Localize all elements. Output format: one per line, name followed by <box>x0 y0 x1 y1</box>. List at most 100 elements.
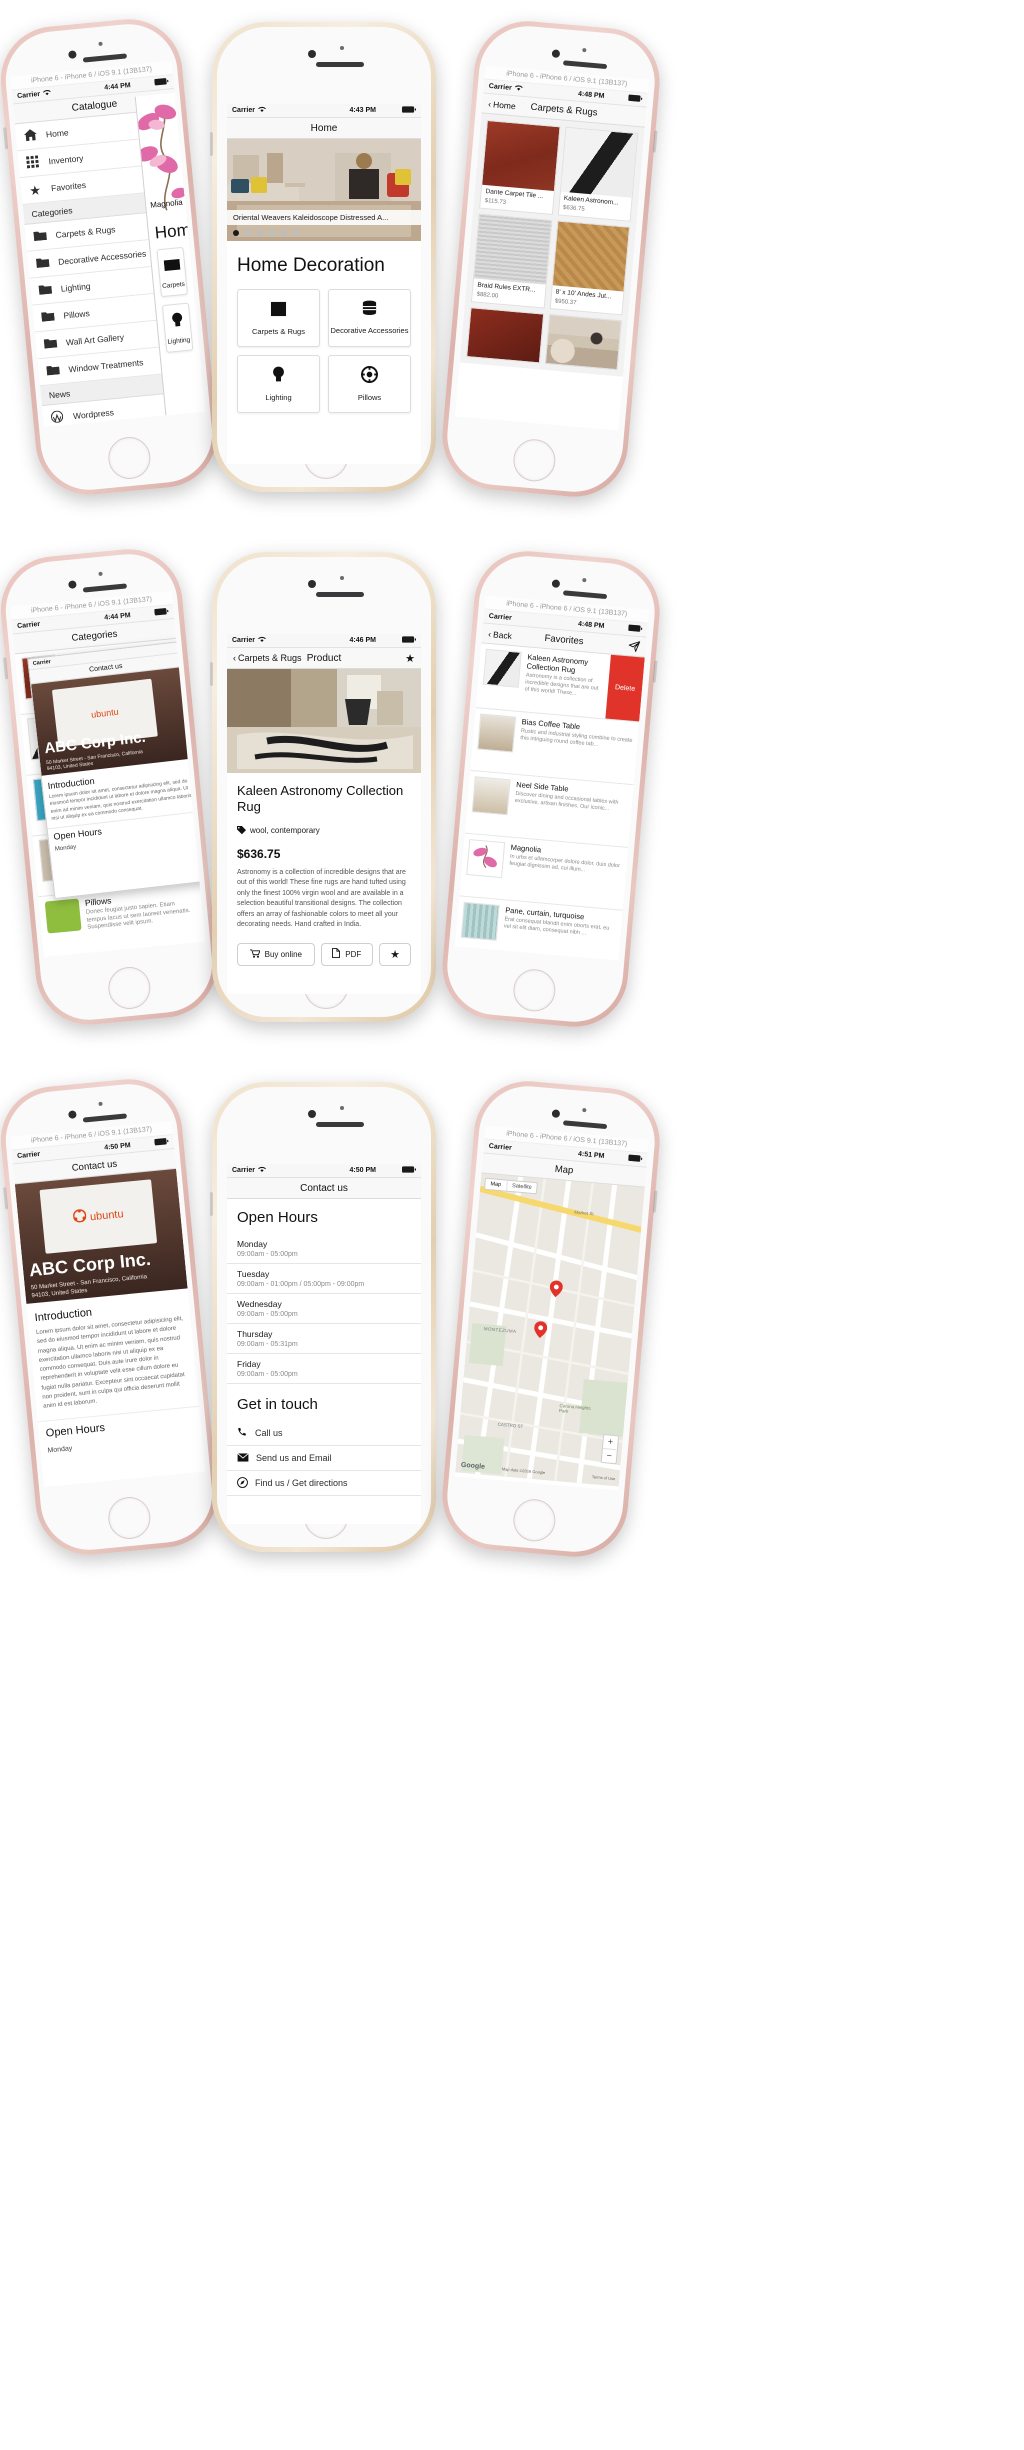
product-thumbnail <box>474 214 551 285</box>
product-card[interactable]: Dante Carpet Tile ... $115.73 <box>479 119 561 215</box>
home-icon <box>23 128 38 143</box>
hero-carousel[interactable]: Oriental Weavers Kaleidoscope Distressed… <box>227 139 421 241</box>
bulb-icon <box>272 366 285 387</box>
hamburger-icon[interactable] <box>233 1185 247 1191</box>
share-icon[interactable] <box>628 640 641 653</box>
phone-catalogue: iPhone 6 - iPhone 6 / iOS 9.1 (13B137) C… <box>0 14 223 500</box>
call-us-row[interactable]: Call us <box>227 1421 421 1446</box>
sidebar-header-label: Categories <box>31 204 73 219</box>
phone-contact-scroll: iPhone 6 - iPhone 6 / iOS 9.1 (13B137) C… <box>0 1074 223 1560</box>
battery-icon <box>154 608 169 618</box>
button-label: PDF <box>345 949 362 959</box>
phone-icon <box>237 1427 248 1440</box>
tile-carpets[interactable]: Carpets <box>156 246 188 298</box>
pdf-button[interactable]: PDF <box>320 942 373 966</box>
tile-carpets-rugs[interactable]: Carpets & Rugs <box>237 289 320 347</box>
behind-heading: Home <box>153 219 201 243</box>
back-button[interactable]: ‹ Back <box>488 628 513 640</box>
wordpress-icon <box>50 410 66 425</box>
tab-satellite[interactable]: Satellite <box>507 1181 537 1194</box>
tile-lighting[interactable]: Lighting <box>237 355 320 413</box>
page-title: Contact us <box>71 1158 118 1174</box>
carrier-label: Carrier <box>488 612 512 622</box>
zoom-out-button[interactable]: − <box>602 1449 617 1463</box>
brand-hero: ubuntu ABC Corp Inc. 50 Market Street - … <box>14 1168 188 1304</box>
product-card[interactable]: Braid Rules EXTR... $882.00 <box>470 213 552 309</box>
hamburger-icon[interactable] <box>19 639 33 646</box>
sidebar-item-label: Wall Art Gallery <box>65 331 125 348</box>
product-card[interactable]: 8' x 10' Andes Jut... $950.37 <box>549 220 631 316</box>
product-thumbnail <box>560 127 638 198</box>
product-thumbnail <box>545 314 621 369</box>
carousel-dots[interactable] <box>233 230 299 236</box>
buy-online-button[interactable]: Buy online <box>237 942 315 966</box>
status-time: 4:44 PM <box>103 612 132 622</box>
screen-favorites: iPhone 6 - iPhone 6 / iOS 9.1 (13B137) C… <box>454 595 649 961</box>
screen-map: iPhone 6 - iPhone 6 / iOS 9.1 (13B137) C… <box>454 1125 649 1491</box>
delete-swipe-action[interactable]: Delete <box>605 654 645 722</box>
phone-product: Carrier 4:46 PM ‹ Carpets & Rugs Product… <box>210 552 436 1022</box>
sidebar-item-label: Decorative Accessories <box>57 248 147 267</box>
logo-text: ubuntu <box>90 706 120 720</box>
tile-pillows[interactable]: Pillows <box>328 355 411 413</box>
star-icon: ★ <box>28 181 42 198</box>
hamburger-icon[interactable] <box>488 1161 501 1168</box>
tab-map[interactable]: Map <box>485 1178 508 1191</box>
tile-decorative-accessories[interactable]: Decorative Accessories <box>328 289 411 347</box>
button-label: Buy online <box>264 949 302 959</box>
battery-icon <box>154 1138 169 1148</box>
find-us-row[interactable]: Find us / Get directions <box>227 1471 421 1496</box>
page-heading: Home Decoration <box>237 255 385 276</box>
hamburger-icon[interactable] <box>233 125 247 131</box>
status-bar: Carrier 4:46 PM <box>227 634 421 648</box>
product-thumbnail <box>482 120 560 191</box>
hours-time: 09:00am - 05:00pm <box>237 1371 298 1378</box>
sidebar-item-label: Wordpress <box>72 407 115 422</box>
hours-list: Monday 09:00am - 05:00pm Tuesday 09:00am… <box>227 1234 421 1384</box>
screen-categories: iPhone 6 - iPhone 6 / iOS 9.1 (13B137) C… <box>10 591 206 958</box>
compass-icon <box>237 1476 248 1490</box>
folder-icon <box>41 310 56 323</box>
hours-row: Tuesday 09:00am - 01:00pm / 05:00pm - 09… <box>227 1264 421 1294</box>
favorite-thumbnail <box>471 776 511 816</box>
map-canvas[interactable]: Map Satellite MONTEZUMA CASTRO ST Corona… <box>455 1173 645 1487</box>
map-pin-icon[interactable] <box>548 1280 563 1303</box>
product-actions: Buy online PDF ★ <box>227 931 421 978</box>
favorite-thumbnail <box>477 713 517 753</box>
product-card[interactable] <box>466 306 544 363</box>
map-zoom-controls[interactable]: + − <box>600 1433 620 1465</box>
product-grid: Dante Carpet Tile ... $115.73 Kaleen Ast… <box>459 113 645 377</box>
wifi-icon <box>514 84 523 94</box>
status-time: 4:43 PM <box>349 107 376 114</box>
sidebar-item-label: Favorites <box>50 179 87 194</box>
tag-icon <box>237 822 246 840</box>
product-price: $636.75 <box>237 846 281 861</box>
map-pin-icon[interactable] <box>533 1321 548 1344</box>
favorite-star-button[interactable]: ★ <box>405 652 415 665</box>
carrier-label: Carrier <box>16 620 41 631</box>
sidebar-item-label: Home <box>45 127 70 140</box>
product-card[interactable] <box>544 313 622 370</box>
battery-icon <box>154 78 169 88</box>
chevron-left-icon: ‹ <box>487 628 492 639</box>
chevron-left-icon: ‹ <box>487 98 492 109</box>
hamburger-icon[interactable] <box>36 673 45 678</box>
hero-image <box>227 139 421 241</box>
product-card[interactable]: Kaleen Astronom... $636.75 <box>557 126 639 222</box>
zoom-in-button[interactable]: + <box>602 1435 619 1451</box>
page-title: Home <box>310 122 338 134</box>
hours-day: Wednesday <box>237 1299 282 1309</box>
back-button[interactable]: ‹ Home <box>488 98 516 110</box>
wifi-icon <box>258 1166 266 1175</box>
carrier-label: Carrier <box>232 637 255 644</box>
nav-bar-contact: Contact us <box>227 1178 421 1199</box>
add-favorite-button[interactable]: ★ <box>379 942 411 966</box>
phone-categories: iPhone 6 - iPhone 6 / iOS 9.1 (13B137) C… <box>0 544 223 1030</box>
hours-day: Friday <box>237 1359 261 1369</box>
back-button[interactable]: ‹ Carpets & Rugs <box>233 653 302 663</box>
bulb-icon <box>170 311 184 332</box>
send-email-row[interactable]: Send us and Email <box>227 1446 421 1471</box>
tile-label: Lighting <box>265 393 292 402</box>
tile-lighting[interactable]: Lighting <box>161 302 194 353</box>
introduction-body: Lorem ipsum dolor sit amet, consectetur … <box>35 1315 185 1411</box>
